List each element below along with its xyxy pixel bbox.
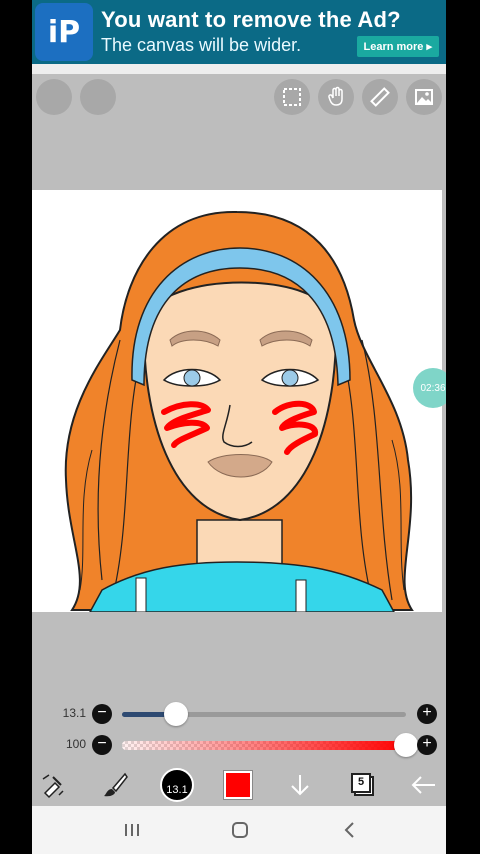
image-icon <box>415 89 433 105</box>
banner-divider <box>32 64 446 74</box>
arrow-down-icon <box>291 775 309 796</box>
recording-timer[interactable]: 02:36 <box>413 368 446 408</box>
color-picker-button[interactable] <box>223 770 253 800</box>
brush-size-slider[interactable] <box>122 702 406 726</box>
eraser-tool-button[interactable] <box>36 768 70 802</box>
learn-more-button[interactable]: Learn more ▸ <box>356 36 439 57</box>
ad-subtitle: The canvas will be wider. <box>101 35 302 55</box>
recent-apps-button[interactable] <box>112 816 152 844</box>
system-back-button[interactable] <box>329 816 369 844</box>
image-button[interactable] <box>406 79 442 115</box>
drawing-canvas[interactable] <box>32 190 442 612</box>
hand-icon <box>328 86 343 106</box>
selection-button[interactable] <box>274 79 310 115</box>
home-icon <box>232 822 248 838</box>
brush-size-decrease-button[interactable]: − <box>92 704 112 724</box>
menu-button[interactable] <box>36 79 72 115</box>
home-button[interactable] <box>220 816 260 844</box>
opacity-knob[interactable] <box>394 733 418 757</box>
system-navigation-bar <box>32 806 446 854</box>
ruler-icon <box>370 87 390 107</box>
back-button[interactable] <box>406 768 440 802</box>
ad-banner[interactable]: iP You want to remove the Ad? The canvas… <box>32 0 446 64</box>
opacity-increase-button[interactable]: + <box>417 735 437 755</box>
opacity-decrease-button[interactable]: − <box>92 735 112 755</box>
brush-size-knob[interactable] <box>163 702 188 726</box>
brush-tool-button[interactable] <box>98 768 132 802</box>
ruler-button[interactable] <box>362 79 398 115</box>
layers-count: 5 <box>357 776 365 788</box>
undo-button[interactable] <box>80 79 116 115</box>
opacity-slider[interactable] <box>122 733 418 757</box>
brush-size-slider-row: 13.1 − + <box>32 702 446 726</box>
select-icon <box>283 88 301 106</box>
recent-apps-icon <box>125 824 139 836</box>
chevron-left-icon <box>344 822 354 838</box>
brush-size-increase-button[interactable]: + <box>417 704 437 724</box>
brush-size-value: 13.1 <box>62 706 86 720</box>
hand-tool-button[interactable] <box>318 79 354 115</box>
app-logo-text: iP <box>47 14 81 50</box>
bottom-toolbar: 13.1 5 <box>32 764 446 806</box>
brush-size-indicator[interactable]: 13.1 <box>160 768 194 802</box>
app-frame: iP You want to remove the Ad? The canvas… <box>32 0 446 854</box>
pen-eraser-swap-icon <box>42 774 64 799</box>
download-button[interactable] <box>283 768 317 802</box>
ad-title: You want to remove the Ad? <box>101 7 401 32</box>
opacity-slider-row: 100 − + <box>32 733 446 757</box>
opacity-value: 100 <box>65 737 86 751</box>
artwork-illustration <box>64 210 414 612</box>
app-logo-icon: iP <box>35 3 93 61</box>
layers-button[interactable]: 5 <box>349 771 375 797</box>
arrow-left-icon <box>411 776 435 794</box>
brush-icon <box>104 772 128 797</box>
